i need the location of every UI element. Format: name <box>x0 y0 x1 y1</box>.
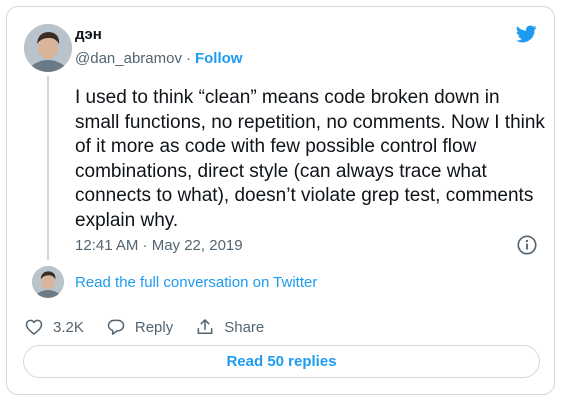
reply-button[interactable]: Reply <box>106 317 173 337</box>
author-avatar[interactable] <box>24 24 72 72</box>
share-button[interactable]: Share <box>195 317 264 337</box>
twitter-bird-icon[interactable] <box>513 23 539 45</box>
follow-button[interactable]: Follow <box>195 50 243 67</box>
heart-icon <box>25 319 43 335</box>
author-avatar-image <box>24 24 72 72</box>
read-replies-button[interactable]: Read 50 replies <box>23 345 540 378</box>
reply-bubble-icon <box>107 319 125 335</box>
author-display-name[interactable]: дэн <box>75 26 102 43</box>
tweet-actions: 3.2K Reply Share <box>24 316 286 338</box>
info-icon[interactable] <box>516 234 538 256</box>
share-label: Share <box>224 318 265 336</box>
thread-line <box>47 76 49 260</box>
conversation-avatar[interactable] <box>32 266 64 298</box>
like-count: 3.2K <box>53 318 84 336</box>
handle-separator: · <box>185 50 191 67</box>
author-handle-row: @dan_abramov · Follow <box>75 50 242 67</box>
reply-label: Reply <box>134 318 174 336</box>
tweet-text: I used to think “clean” means code broke… <box>75 87 545 231</box>
tweet-embed-card: дэн @dan_abramov · Follow I used to think … <box>6 6 555 395</box>
tweet-timestamp[interactable]: 12:41 AM · May 22, 2019 <box>75 237 243 254</box>
author-handle[interactable]: @dan_abramov <box>75 50 182 67</box>
share-upload-icon <box>197 319 213 334</box>
read-full-conversation-link[interactable]: Read the full conversation on Twitter <box>75 274 317 291</box>
like-button[interactable]: 3.2K <box>24 317 84 337</box>
conversation-avatar-image <box>32 266 64 298</box>
